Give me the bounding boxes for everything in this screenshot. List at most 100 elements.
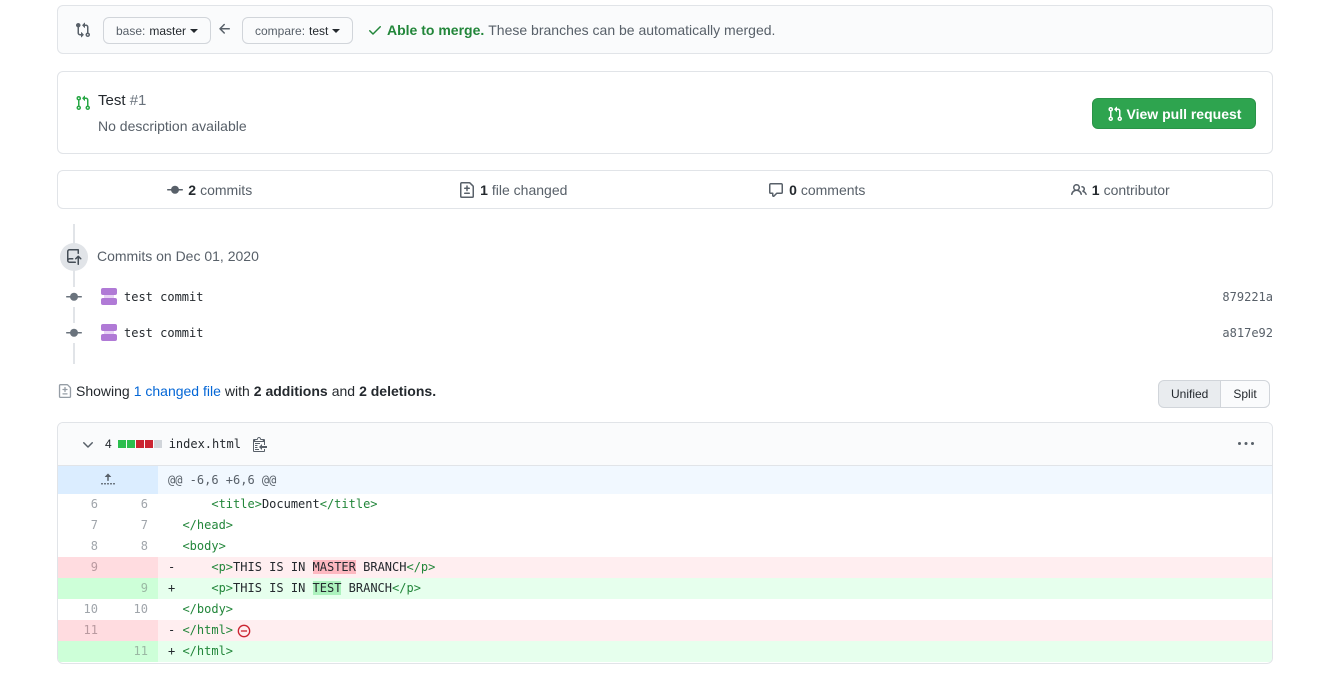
and-label: and — [331, 383, 356, 399]
deletions-count: 2 deletions. — [359, 383, 437, 399]
old-line-number[interactable]: 6 — [58, 494, 108, 515]
summary-comments[interactable]: 0 comments — [665, 171, 969, 208]
numbers-summary: 2 commits 1 file changed 0 comments 1 co… — [57, 170, 1273, 209]
contributors-count: 1 — [1091, 181, 1100, 198]
diff-summary: Showing 1 changed file with 2 additions … — [58, 383, 440, 399]
new-line-number[interactable] — [108, 620, 158, 641]
diffstat-del-block — [135, 440, 144, 448]
kebab-horizontal-icon[interactable] — [1238, 436, 1254, 452]
caret-down-icon — [190, 28, 199, 33]
repo-push-badge — [60, 243, 88, 271]
pr-description: No description available — [98, 118, 247, 134]
commit-sha[interactable]: 879221a — [1222, 290, 1273, 304]
base-prefix: base: — [116, 23, 146, 38]
compare-branch-name: test — [309, 23, 329, 38]
compare-prefix: compare: — [255, 23, 306, 38]
commit-sha[interactable]: a817e92 — [1222, 326, 1273, 340]
summary-commits[interactable]: 2 commits — [58, 171, 362, 208]
unified-button[interactable]: Unified — [1158, 380, 1222, 408]
new-line-number[interactable]: 9 — [108, 578, 158, 599]
old-line-number[interactable]: 9 — [58, 557, 108, 578]
file-diff-icon — [460, 181, 475, 198]
diffstat-add-block — [117, 440, 126, 448]
comment-icon — [769, 182, 784, 197]
diffstat — [117, 440, 163, 448]
code-line: </head> — [182, 518, 234, 532]
compare-branch-select[interactable]: compare: test — [242, 17, 354, 44]
pull-request-icon — [1108, 106, 1122, 121]
diffstat-del-block — [144, 440, 153, 448]
merge-ok-label: Able to merge. — [387, 22, 485, 38]
diff-line: 10 10 </body> — [58, 599, 1272, 620]
files-count: 1 — [480, 181, 488, 198]
caret-down-icon — [332, 28, 341, 33]
repo-push-icon — [67, 249, 82, 265]
code-line: <title>Document</title> — [211, 497, 378, 511]
split-button[interactable]: Split — [1221, 380, 1270, 408]
changed-files-link[interactable]: 1 changed file — [134, 383, 221, 399]
commit-row: test commit a817e92 — [64, 321, 1273, 345]
with-label: with — [224, 383, 250, 399]
new-line-number[interactable]: 8 — [108, 536, 158, 557]
compare-range-bar: base: master compare: test Able to merge… — [57, 5, 1273, 54]
commits-count: 2 — [188, 181, 197, 198]
diff-view-toggle: Unified Split — [1158, 380, 1270, 408]
avatar[interactable] — [99, 323, 119, 343]
old-line-number[interactable]: 8 — [58, 536, 108, 557]
hunk-header: @@ -6,6 +6,6 @@ — [168, 473, 277, 487]
comments-label: comments — [800, 181, 866, 198]
pull-request-icon — [76, 95, 91, 111]
diff-line-addition: 9 + <p>THIS IS IN TEST BRANCH</p> — [58, 578, 1272, 599]
git-commit-icon — [64, 323, 84, 343]
diff-line-deletion: 9 - <p>THIS IS IN MASTER BRANCH</p> — [58, 557, 1272, 578]
new-line-number[interactable] — [108, 557, 158, 578]
new-line-number[interactable]: 10 — [108, 599, 158, 620]
code-line: </body> — [182, 602, 234, 616]
diffstat-add-block — [126, 440, 135, 448]
code-line: - <p>THIS IS IN MASTER BRANCH</p> — [168, 560, 436, 574]
commits-label: commits — [200, 181, 253, 198]
additions-count: 2 additions — [253, 383, 328, 399]
base-branch-select[interactable]: base: master — [103, 17, 212, 44]
pr-title[interactable]: Test #1 — [98, 92, 146, 109]
pull-request-box: Test #1 No description available View pu… — [57, 71, 1273, 154]
files-label: file changed — [491, 181, 568, 198]
pr-number: #1 — [129, 92, 147, 109]
git-commit-icon — [167, 185, 184, 194]
commit-message[interactable]: test commit — [124, 290, 203, 304]
file-diff: 4 index.html @@ -6,6 +6,6 @@ 6 6 <title>… — [57, 422, 1273, 664]
people-icon — [1070, 183, 1087, 195]
hunk-header-row: @@ -6,6 +6,6 @@ — [58, 466, 1272, 494]
code-line: - </html> — [158, 620, 1272, 641]
avatar[interactable] — [99, 287, 119, 307]
code-line: <body> — [182, 539, 226, 553]
diff-line: 8 8 <body> — [58, 536, 1272, 557]
commit-row: test commit 879221a — [64, 285, 1273, 309]
expand-up-button[interactable] — [58, 466, 158, 494]
summary-contributors[interactable]: 1 contributor — [969, 171, 1273, 208]
old-line-number[interactable]: 11 — [58, 620, 108, 641]
base-branch-name: master — [149, 23, 187, 38]
new-line-number[interactable]: 6 — [108, 494, 158, 515]
old-line-number[interactable] — [58, 641, 108, 662]
view-pull-request-label: View pull request — [1126, 105, 1242, 122]
chevron-down-icon[interactable] — [80, 436, 96, 452]
old-line-number[interactable]: 7 — [58, 515, 108, 536]
old-line-number[interactable]: 10 — [58, 599, 108, 620]
code-line: + <p>THIS IS IN TEST BRANCH</p> — [168, 581, 421, 595]
file-name[interactable]: index.html — [169, 437, 241, 451]
no-newline-icon — [237, 624, 251, 637]
old-line-number[interactable] — [58, 578, 108, 599]
new-line-number[interactable]: 11 — [108, 641, 158, 662]
new-line-number[interactable]: 7 — [108, 515, 158, 536]
clipboard-icon[interactable] — [252, 436, 267, 452]
check-icon — [369, 26, 381, 35]
diff-line: 6 6 <title>Document</title> — [58, 494, 1272, 515]
summary-files[interactable]: 1 file changed — [362, 171, 666, 208]
git-compare-icon — [76, 22, 91, 38]
fold-up-icon — [101, 473, 115, 485]
commit-message[interactable]: test commit — [124, 326, 203, 340]
change-count: 4 — [105, 437, 112, 451]
view-pull-request-button[interactable]: View pull request — [1092, 98, 1256, 129]
diff-line-addition: 11 + </html> — [58, 641, 1272, 662]
